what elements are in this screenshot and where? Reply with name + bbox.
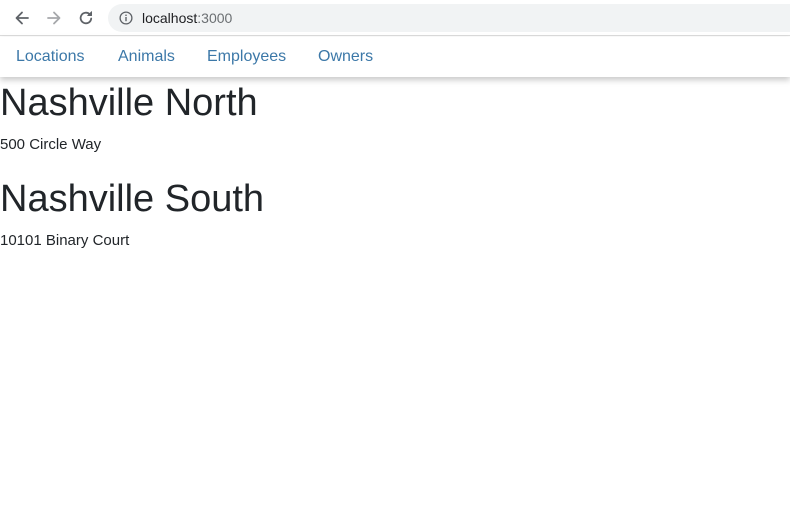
info-icon[interactable] xyxy=(119,11,133,25)
nav-link-locations[interactable]: Locations xyxy=(16,37,85,77)
location-name: Nashville South xyxy=(0,178,265,220)
arrow-left-icon xyxy=(15,11,29,25)
back-button[interactable] xyxy=(10,6,34,30)
reload-button[interactable] xyxy=(74,6,98,30)
location-address: 10101 Binary Court xyxy=(0,232,130,249)
address-bar[interactable]: localhost:3000 xyxy=(108,4,790,32)
browser-toolbar: localhost:3000 xyxy=(0,0,790,36)
nav-link-owners[interactable]: Owners xyxy=(318,37,373,77)
url-port: :3000 xyxy=(197,10,233,26)
nav-link-employees[interactable]: Employees xyxy=(207,37,286,77)
arrow-right-icon xyxy=(47,11,61,25)
location-name: Nashville North xyxy=(0,82,258,124)
url-host: localhost xyxy=(142,10,198,26)
nav-link-animals[interactable]: Animals xyxy=(118,37,175,77)
reload-icon xyxy=(79,11,93,25)
main-nav: Locations Animals Employees Owners xyxy=(0,37,790,77)
location-address: 500 Circle Way xyxy=(0,136,102,153)
forward-button[interactable] xyxy=(42,6,66,30)
url-text[interactable]: localhost:3000 xyxy=(142,4,232,32)
